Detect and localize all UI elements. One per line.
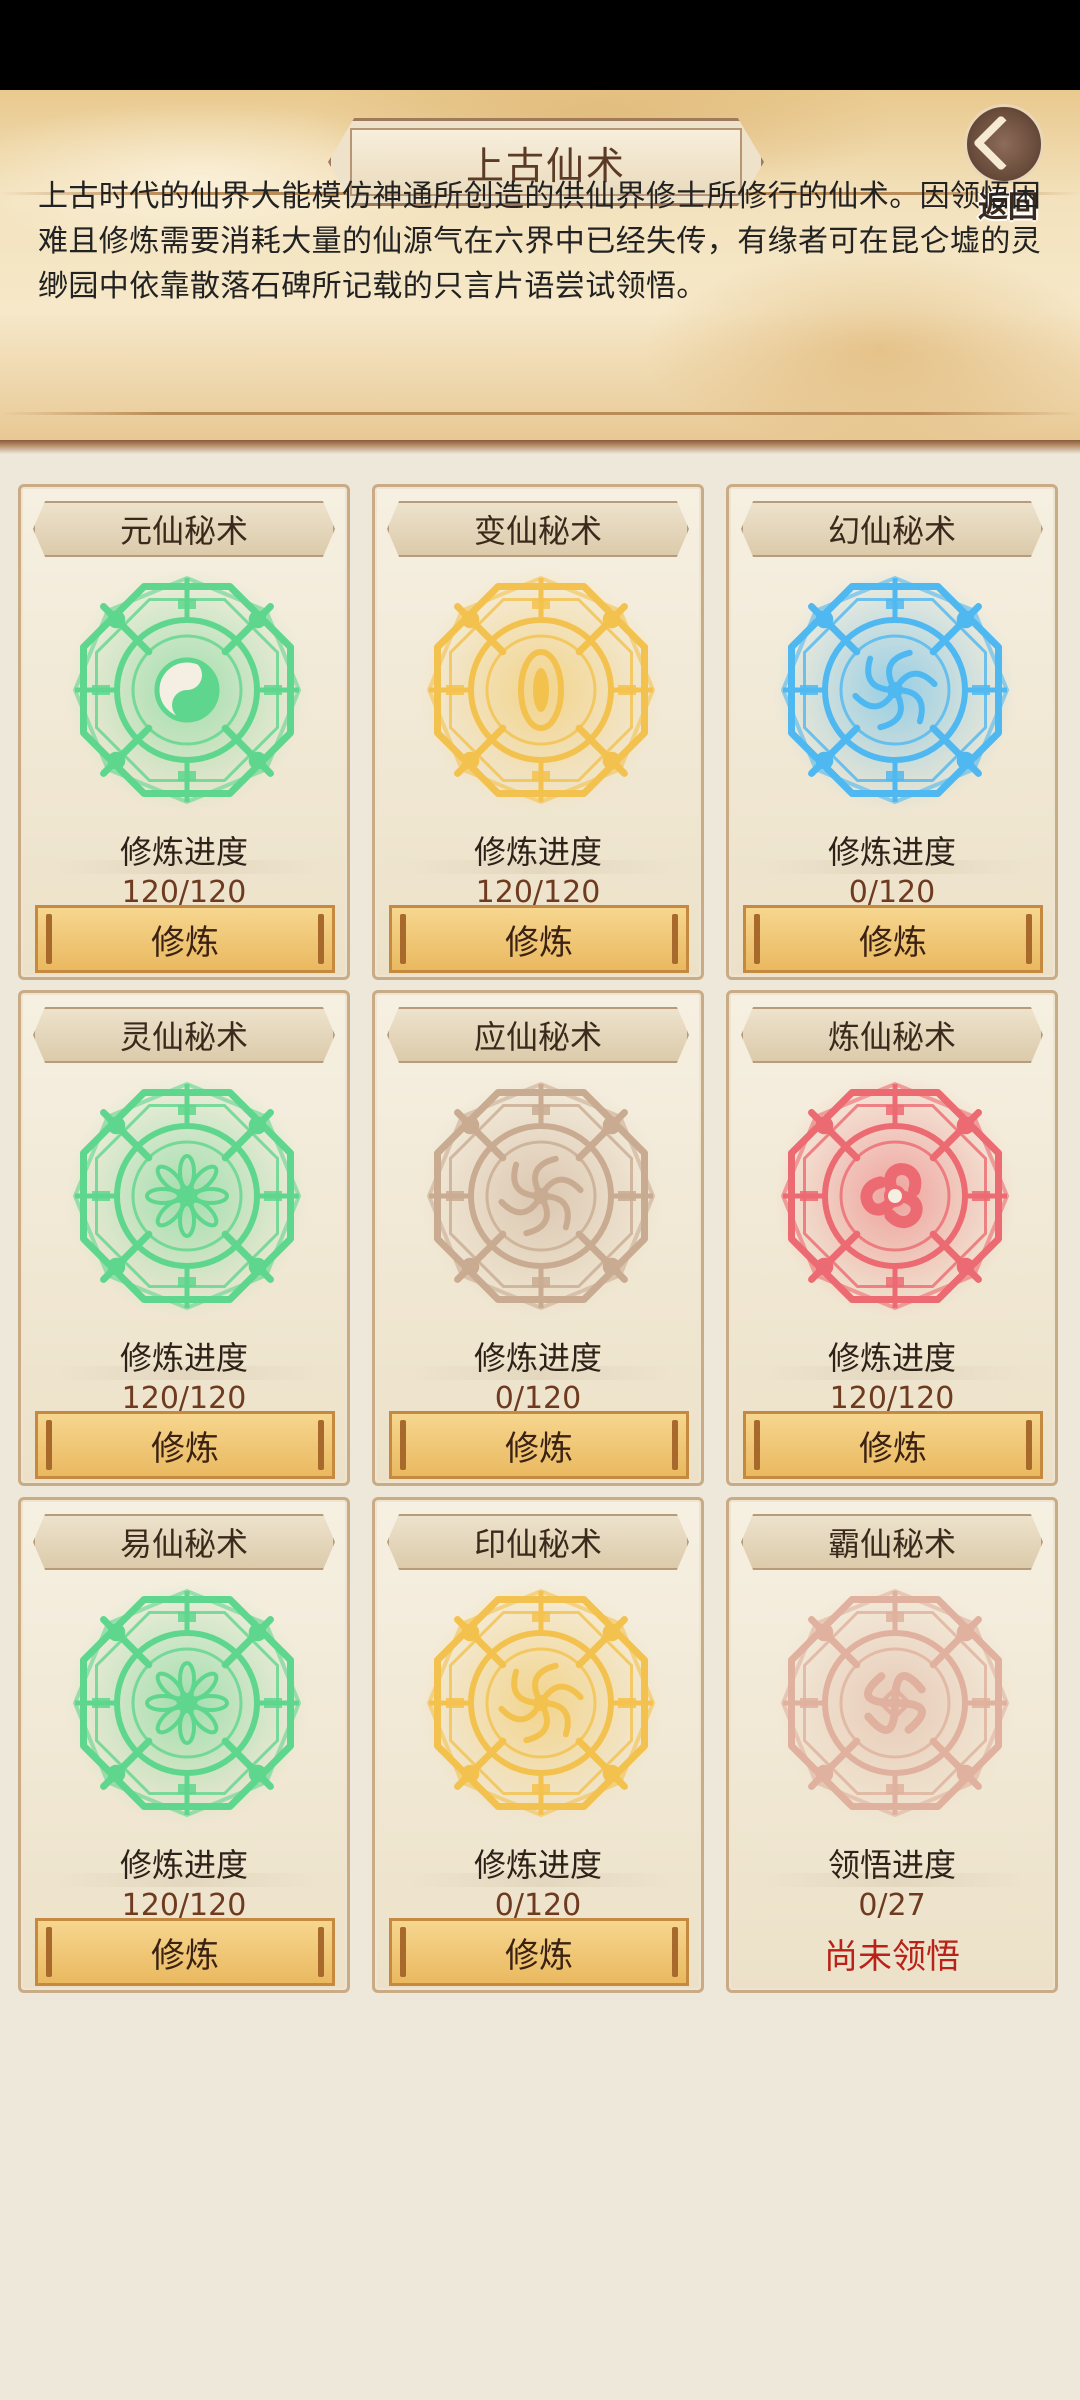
skill-card: 易仙秘术 修炼进度 120/120 修炼 [18, 1497, 350, 1993]
progress-label: 修炼进度 [119, 1846, 248, 1884]
card-title: 元仙秘术 [119, 512, 248, 550]
progress-value: 0/27 [858, 1888, 926, 1923]
cultivate-button[interactable]: 修炼 [389, 1918, 689, 1986]
progress-label: 修炼进度 [827, 833, 956, 871]
progress-label: 修炼进度 [119, 833, 248, 871]
skill-card: 炼仙秘术 修炼进度 120/120 修炼 [726, 990, 1058, 1486]
card-title: 易仙秘术 [119, 1525, 248, 1563]
cultivate-button[interactable]: 修炼 [35, 1918, 335, 1986]
skill-card: 霸仙秘术 领悟进度 0/27 尚未领悟 [726, 1497, 1058, 1993]
progress-label: 修炼进度 [473, 1339, 602, 1377]
triskelion-emblem-icon[interactable] [770, 1071, 1020, 1321]
cultivate-button[interactable]: 修炼 [389, 1411, 689, 1479]
divider [0, 440, 1080, 454]
card-title: 灵仙秘术 [119, 1018, 248, 1056]
progress-label: 领悟进度 [827, 1846, 956, 1884]
flower-emblem-icon[interactable] [62, 1071, 312, 1321]
card-title: 炼仙秘术 [827, 1018, 956, 1056]
spiral-emblem-icon[interactable] [416, 1578, 666, 1828]
skill-card: 元仙秘术 修炼进度 120/120 修炼 [18, 484, 350, 980]
status-bar [0, 0, 1080, 90]
skill-card: 应仙秘术 修炼进度 0/120 修炼 [372, 990, 704, 1486]
progress-label: 修炼进度 [119, 1339, 248, 1377]
back-arrow-icon [964, 104, 1044, 184]
skill-card: 灵仙秘术 修炼进度 120/120 修炼 [18, 990, 350, 1486]
description-text: 上古时代的仙界大能模仿神通所创造的供仙界修士所修行的仙术。因领悟困难且修炼需要消… [38, 179, 1042, 304]
card-title: 幻仙秘术 [827, 512, 956, 550]
progress-label: 修炼进度 [473, 1846, 602, 1884]
card-title: 变仙秘术 [473, 512, 602, 550]
status-text: 尚未领悟 [824, 1936, 960, 1977]
card-title: 印仙秘术 [473, 1525, 602, 1563]
divider [0, 412, 1080, 415]
header-banner: 上古仙术 返回 上古时代的仙界大能模仿神通所创造的供仙界修士所修行的仙术。因领悟… [0, 90, 1080, 460]
flower-emblem-icon[interactable] [62, 1578, 312, 1828]
card-title: 霸仙秘术 [827, 1525, 956, 1563]
yinyang-emblem-icon[interactable] [62, 565, 312, 815]
vortex-emblem-icon[interactable] [770, 565, 1020, 815]
cultivate-button[interactable]: 修炼 [389, 905, 689, 973]
progress-label: 修炼进度 [473, 833, 602, 871]
spiral-emblem-icon[interactable] [416, 1071, 666, 1321]
cultivate-button[interactable]: 修炼 [743, 905, 1043, 973]
skill-card: 幻仙秘术 修炼进度 0/120 修炼 [726, 484, 1058, 980]
skill-card: 变仙秘术 修炼进度 120/120 修炼 [372, 484, 704, 980]
cultivate-button[interactable]: 修炼 [35, 905, 335, 973]
cultivate-button[interactable]: 修炼 [743, 1411, 1043, 1479]
card-title: 应仙秘术 [473, 1018, 602, 1056]
progress-label: 修炼进度 [827, 1339, 956, 1377]
skill-card: 印仙秘术 修炼进度 0/120 修炼 [372, 1497, 704, 1993]
eye-emblem-icon[interactable] [416, 565, 666, 815]
knot-emblem-icon[interactable] [770, 1578, 1020, 1828]
cultivate-button[interactable]: 修炼 [35, 1411, 335, 1479]
